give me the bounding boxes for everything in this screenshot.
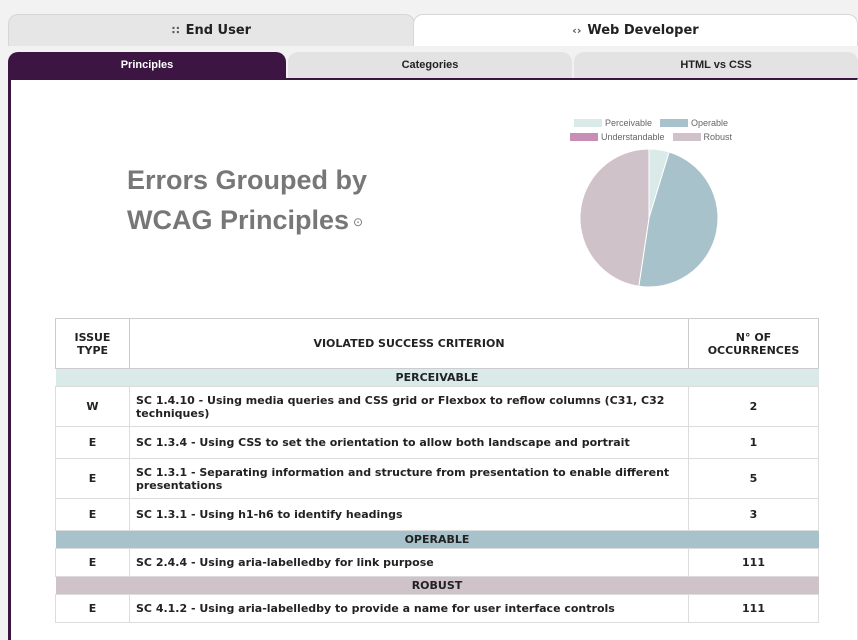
legend-label-operable: Operable [691,118,729,128]
header-issue-type: ISSUE TYPE [55,318,130,369]
sub-tabs: Principles Categories HTML vs CSS [8,52,858,78]
principles-panel: Errors Grouped by WCAG Principles ⊙ Perce… [8,78,858,640]
tab-principles[interactable]: Principles [8,52,286,78]
issue-type-cell: E [55,498,130,531]
section-title: Errors Grouped by WCAG Principles ⊙ [127,160,427,242]
legend-label-perceivable: Perceivable [604,118,652,128]
group-row-perceivable: PERCEIVABLE [55,368,819,387]
legend-item-perceivable[interactable]: Perceivable [573,118,652,128]
occurrences-cell: 5 [688,458,819,499]
criterion-cell: SC 4.1.2 - Using aria-labelledby to prov… [129,594,689,623]
occurrences-cell: 3 [688,498,819,531]
header-occurrences: N° OF OCCURRENCES [688,318,819,369]
tab-end-user-label: End User [185,23,252,38]
table-row: E SC 1.3.1 - Using h1-h6 to identify hea… [55,498,819,531]
occurrences-cell: 111 [688,548,819,577]
legend-item-operable[interactable]: Operable [660,118,728,128]
criterion-cell: SC 1.3.1 - Separating information and st… [129,458,689,499]
occurrences-cell: 111 [688,594,819,623]
legend-swatch-understandable [569,133,598,141]
group-row-robust: ROBUST [55,576,819,595]
info-icon[interactable]: ⊙ [353,215,363,229]
table-row: E SC 4.1.2 - Using aria-labelledby to pr… [55,594,819,623]
view-tabs: ∷ End User ‹› Web Developer [8,14,858,46]
legend-label-understandable: Understandable [600,132,665,142]
issue-type-cell: E [55,458,130,499]
pie-slice-robust[interactable] [579,148,650,287]
legend-label-robust: Robust [703,132,733,142]
chart-legend: Perceivable Operable Understandable Robu… [551,116,751,144]
table-row: W SC 1.4.10 - Using media queries and CS… [55,386,819,427]
header-criterion: VIOLATED SUCCESS CRITERION [129,318,689,369]
criterion-cell: SC 2.4.4 - Using aria-labelledby for lin… [129,548,689,577]
legend-swatch-operable [660,119,688,127]
issue-type-cell: E [55,426,130,459]
legend-swatch-robust [672,133,701,141]
legend-item-robust[interactable]: Robust [672,132,733,142]
group-row-operable: OPERABLE [55,530,819,549]
legend-swatch-perceivable [573,119,602,127]
code-icon: ‹› [572,24,582,37]
principles-pie-chart [579,148,719,288]
issue-type-cell: E [55,548,130,577]
users-icon: ∷ [171,24,180,37]
issues-table: ISSUE TYPE VIOLATED SUCCESS CRITERION N°… [55,318,819,623]
tab-categories[interactable]: Categories [288,52,572,78]
tab-web-developer-label: Web Developer [587,23,699,38]
issue-type-cell: W [55,386,130,427]
occurrences-cell: 2 [688,386,819,427]
table-row: E SC 1.3.1 - Separating information and … [55,458,819,499]
table-row: E SC 2.4.4 - Using aria-labelledby for l… [55,548,819,577]
legend-item-understandable[interactable]: Understandable [569,132,665,142]
tab-end-user[interactable]: ∷ End User [8,14,415,46]
tab-web-developer[interactable]: ‹› Web Developer [413,14,858,46]
group-label: PERCEIVABLE [55,368,819,387]
group-label: ROBUST [55,576,819,595]
table-row: E SC 1.3.4 - Using CSS to set the orient… [55,426,819,459]
criterion-cell: SC 1.3.4 - Using CSS to set the orientat… [129,426,689,459]
tab-html-vs-css[interactable]: HTML vs CSS [574,52,858,78]
criterion-cell: SC 1.3.1 - Using h1-h6 to identify headi… [129,498,689,531]
issue-type-cell: E [55,594,130,623]
group-label: OPERABLE [55,530,819,549]
section-title-line1: Errors Grouped by [127,165,368,195]
section-title-line2: WCAG Principles [127,205,350,235]
occurrences-cell: 1 [688,426,819,459]
criterion-cell: SC 1.4.10 - Using media queries and CSS … [129,386,689,427]
